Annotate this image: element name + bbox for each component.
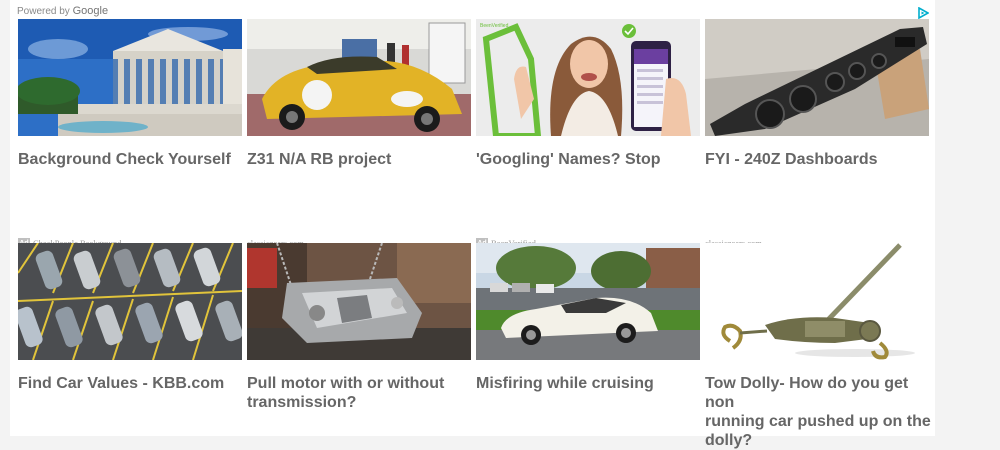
adchoices-icon[interactable] bbox=[917, 7, 929, 19]
card-title[interactable]: Z31 N/A RB project bbox=[247, 150, 475, 169]
card-title[interactable]: 'Googling' Names? Stop bbox=[476, 150, 704, 169]
card-title[interactable]: Tow Dolly- How do you get non running ca… bbox=[705, 374, 933, 450]
parking-lot-image[interactable] bbox=[18, 243, 242, 360]
powered-by-label: Powered by bbox=[17, 6, 70, 17]
woman-phone-image[interactable]: BeenVerified bbox=[476, 19, 700, 136]
come-along-image[interactable] bbox=[705, 243, 929, 360]
card-title[interactable]: FYI - 240Z Dashboards bbox=[705, 150, 933, 169]
svg-text:BeenVerified: BeenVerified bbox=[480, 23, 509, 29]
white-z-car-image[interactable] bbox=[476, 243, 700, 360]
card-title[interactable]: Misfiring while cruising bbox=[476, 374, 704, 393]
dashboard-image[interactable] bbox=[705, 19, 929, 136]
engine-hoist-image[interactable] bbox=[247, 243, 471, 360]
race-car-image[interactable] bbox=[247, 19, 471, 136]
powered-by-google: Powered by Google bbox=[17, 5, 108, 17]
google-brand: Google bbox=[72, 5, 109, 17]
card-title[interactable]: Find Car Values - KBB.com bbox=[18, 374, 246, 393]
supreme-court-image[interactable] bbox=[18, 19, 242, 136]
card-title[interactable]: Pull motor with or without transmission? bbox=[247, 374, 475, 412]
card-title[interactable]: Background Check Yourself bbox=[18, 150, 246, 169]
